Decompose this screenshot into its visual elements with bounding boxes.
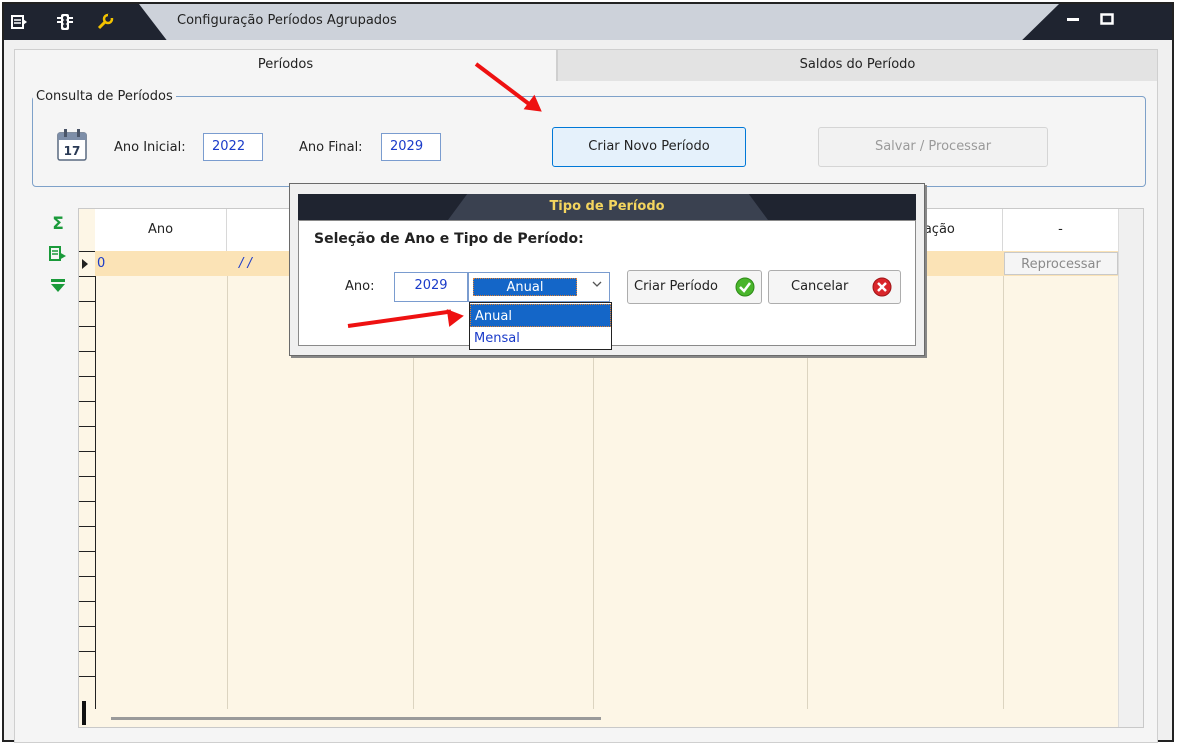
cancelar-button[interactable]: Cancelar — [768, 270, 901, 304]
ano-final-label: Ano Final: — [299, 140, 363, 155]
cancel-icon — [872, 277, 892, 310]
chevron-down-icon[interactable] — [591, 278, 603, 293]
list-icon[interactable] — [10, 13, 28, 31]
title-bar: Configuração Períodos Agrupados — [4, 4, 1172, 40]
calendar-icon: 17 — [55, 127, 91, 163]
ano-final-input[interactable]: 2029 — [381, 133, 441, 161]
criar-periodo-button[interactable]: Criar Período — [627, 270, 762, 304]
column-header-action[interactable]: - — [1003, 209, 1119, 251]
ano-inicial-input[interactable]: 2022 — [203, 133, 263, 161]
reprocessar-button[interactable]: Reprocessar — [1004, 252, 1118, 275]
cell-ano[interactable]: 0 — [97, 251, 105, 276]
vertical-scrollbar[interactable] — [1118, 209, 1143, 727]
traffic-light-icon[interactable] — [56, 13, 74, 31]
export-icon[interactable] — [48, 245, 68, 263]
option-anual[interactable]: Anual — [470, 304, 611, 327]
wrench-icon[interactable] — [96, 13, 114, 31]
main-window: Configuração Períodos Agrupados Períodos… — [2, 2, 1174, 743]
calendar-day: 17 — [64, 144, 81, 158]
consulta-legend: Consulta de Períodos — [36, 89, 173, 104]
cancelar-label: Cancelar — [791, 279, 849, 294]
minimize-icon[interactable] — [1062, 12, 1084, 32]
scrollbar-thumb[interactable] — [111, 717, 601, 720]
window-title: Configuração Períodos Agrupados — [177, 13, 397, 28]
column-header-ano[interactable]: Ano — [95, 209, 227, 251]
filter-icon[interactable] — [48, 277, 68, 295]
tipo-periodo-select[interactable]: Anual — [468, 272, 610, 302]
salvar-processar-button[interactable]: Salvar / Processar — [818, 127, 1048, 167]
dialog-ano-input[interactable]: 2029 — [394, 272, 468, 302]
criar-periodo-label: Criar Período — [634, 279, 718, 294]
tipo-periodo-selected: Anual — [473, 278, 577, 296]
tab-saldos-do-periodo[interactable]: Saldos do Período — [557, 49, 1158, 82]
tab-strip: Períodos Saldos do Período — [14, 49, 1158, 82]
current-row-indicator-icon — [82, 259, 88, 269]
cell-data[interactable]: / / — [239, 251, 252, 276]
row-indicator-column — [79, 209, 96, 727]
maximize-icon[interactable] — [1096, 12, 1118, 32]
ano-inicial-label: Ano Inicial: — [114, 140, 186, 155]
dialog-title: Tipo de Período — [549, 199, 665, 214]
dialog-heading: Seleção de Ano e Tipo de Período: — [314, 231, 584, 247]
sigma-icon[interactable]: Σ — [48, 215, 68, 233]
tipo-periodo-dropdown: Anual Mensal — [469, 302, 612, 350]
option-mensal[interactable]: Mensal — [470, 327, 611, 350]
dialog-title-bar: Tipo de Período — [298, 194, 916, 220]
check-icon — [735, 277, 755, 310]
criar-novo-periodo-button[interactable]: Criar Novo Período — [552, 127, 746, 167]
dialog-ano-label: Ano: — [345, 279, 375, 294]
horizontal-scrollbar[interactable] — [95, 709, 1119, 727]
